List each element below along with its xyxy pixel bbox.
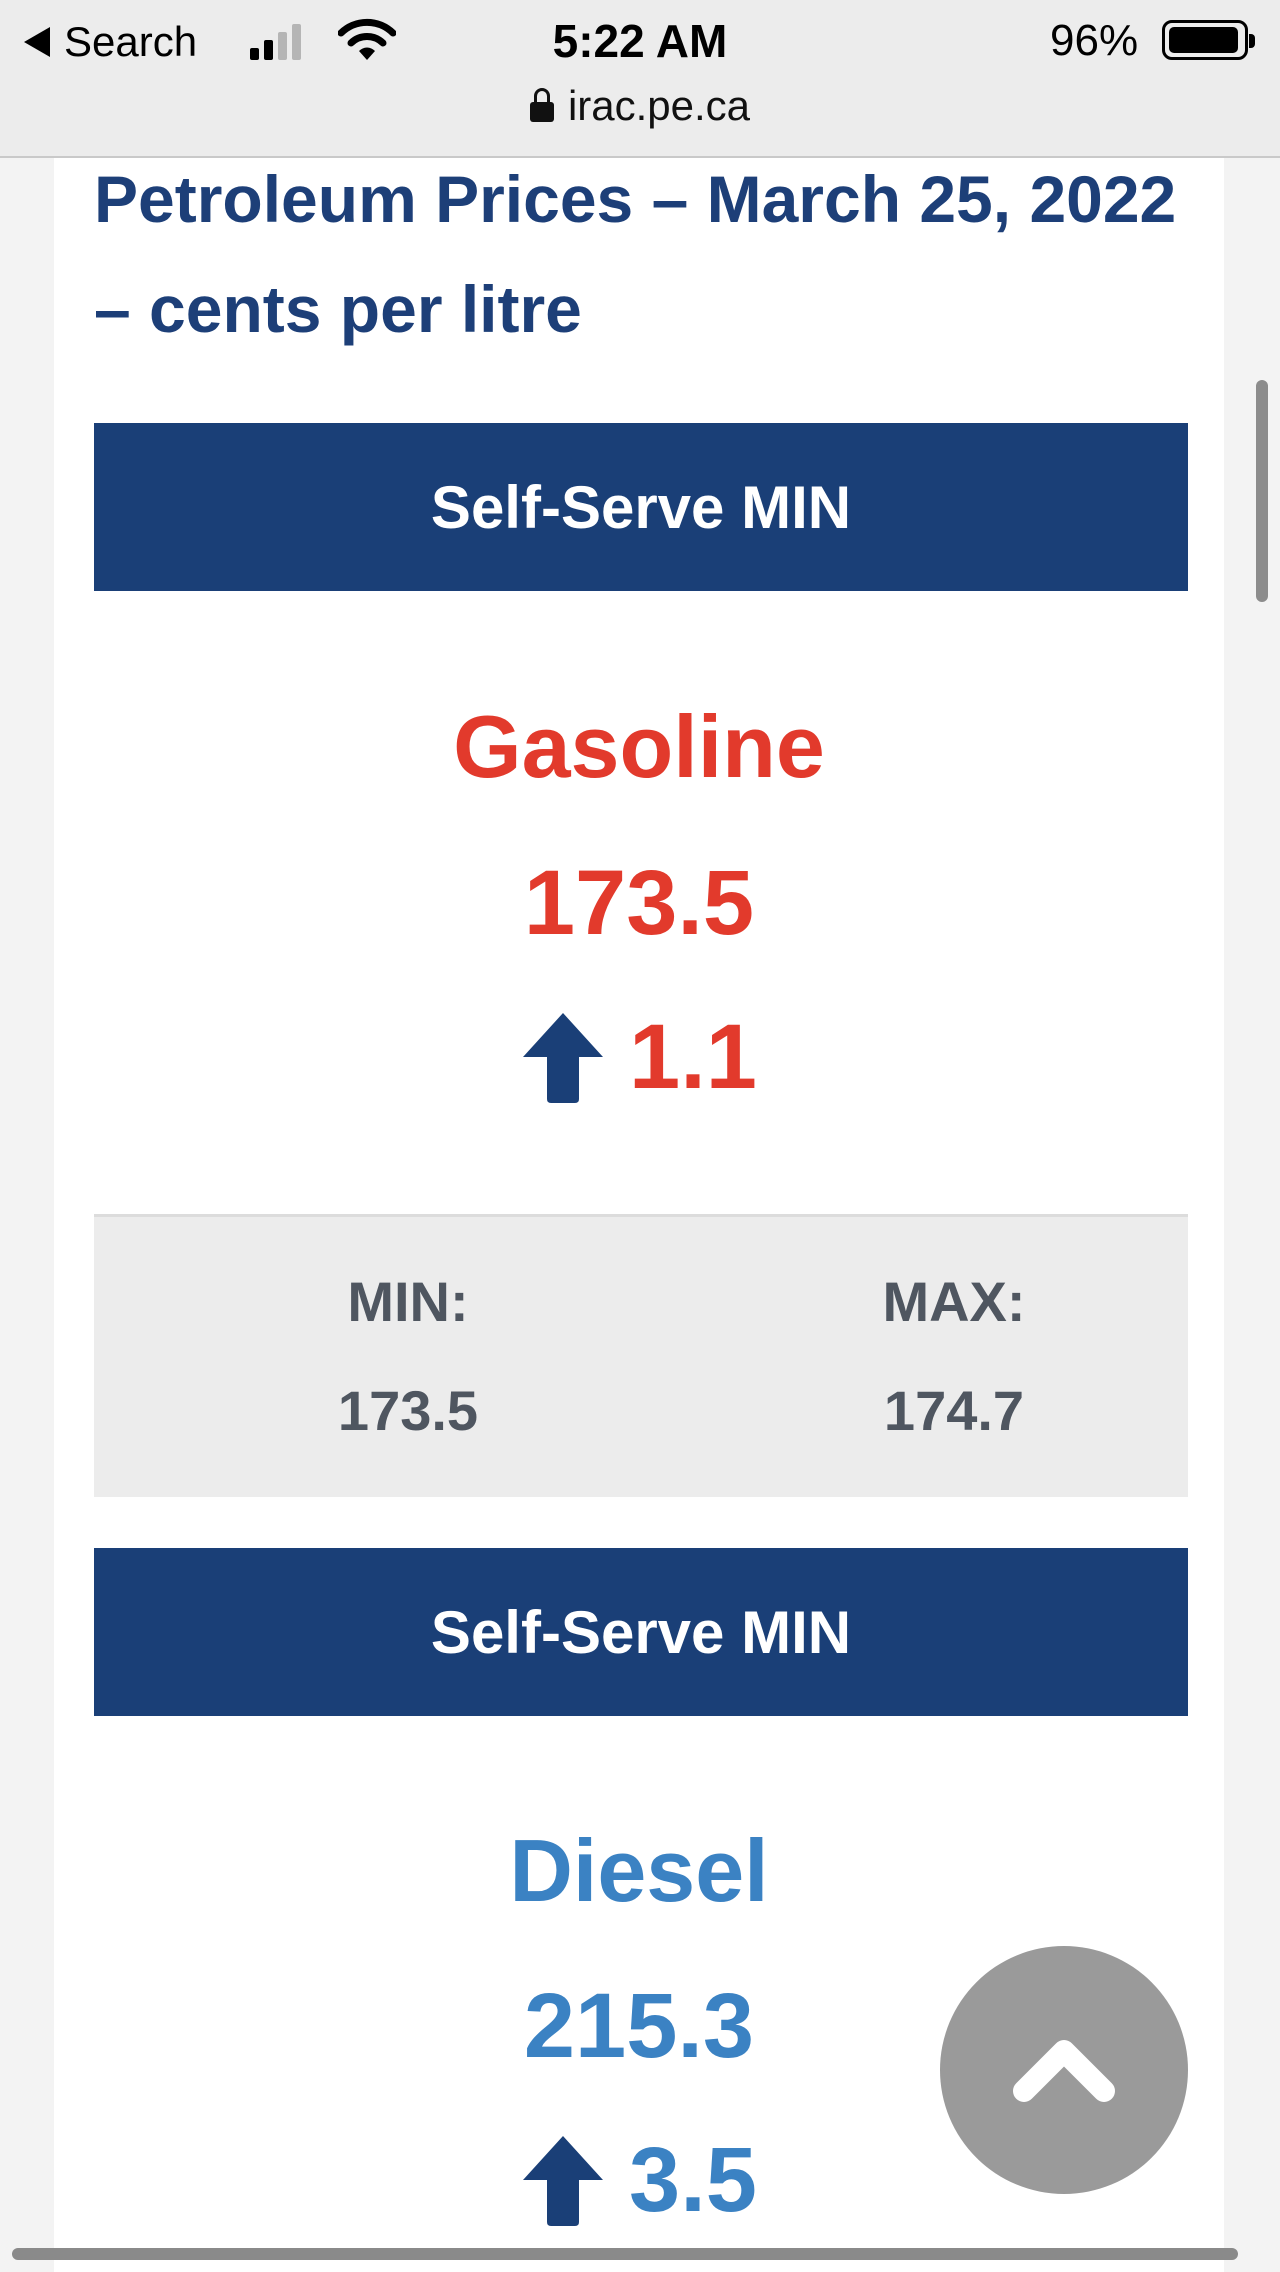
max-value: 174.7 <box>883 1379 1025 1442</box>
min-value: 173.5 <box>337 1379 479 1442</box>
lock-icon <box>529 88 554 122</box>
browser-top-bar: Search 5:22 AM 96% irac.pe.ca <box>0 0 1280 158</box>
gasoline-change: 1.1 <box>54 1005 1224 1110</box>
gasoline-min-max-panel: MIN: 173.5 MAX: 174.7 <box>94 1214 1188 1497</box>
gasoline-price: 173.5 <box>523 852 755 954</box>
chevron-up-icon <box>1013 2040 1115 2102</box>
min-label: MIN: <box>347 1270 469 1333</box>
gasoline-banner: Self-Serve MIN <box>94 423 1188 591</box>
min-column: MIN: 173.5 <box>258 1269 558 1443</box>
battery-percent: 96% <box>1050 16 1139 65</box>
url-text: irac.pe.ca <box>567 82 751 129</box>
horizontal-scrollbar[interactable] <box>12 2248 1238 2260</box>
address-bar[interactable]: irac.pe.ca <box>0 82 1280 130</box>
battery-icon <box>1162 20 1255 60</box>
diesel-banner: Self-Serve MIN <box>94 1548 1188 1716</box>
up-arrow-icon <box>523 2135 604 2226</box>
back-to-top-button[interactable] <box>940 1946 1188 2194</box>
page-title: Petroleum Prices – March 25, 2022 – cent… <box>94 162 1177 346</box>
diesel-change-value: 3.5 <box>629 2129 757 2231</box>
max-column: MAX: 174.7 <box>804 1269 1104 1443</box>
diesel-heading: Diesel <box>509 1821 769 1920</box>
max-label: MAX: <box>882 1270 1026 1333</box>
gasoline-change-value: 1.1 <box>629 1006 757 1108</box>
up-arrow-icon <box>523 1012 604 1103</box>
vertical-scrollbar[interactable] <box>1256 380 1268 602</box>
gasoline-heading: Gasoline <box>453 697 825 796</box>
